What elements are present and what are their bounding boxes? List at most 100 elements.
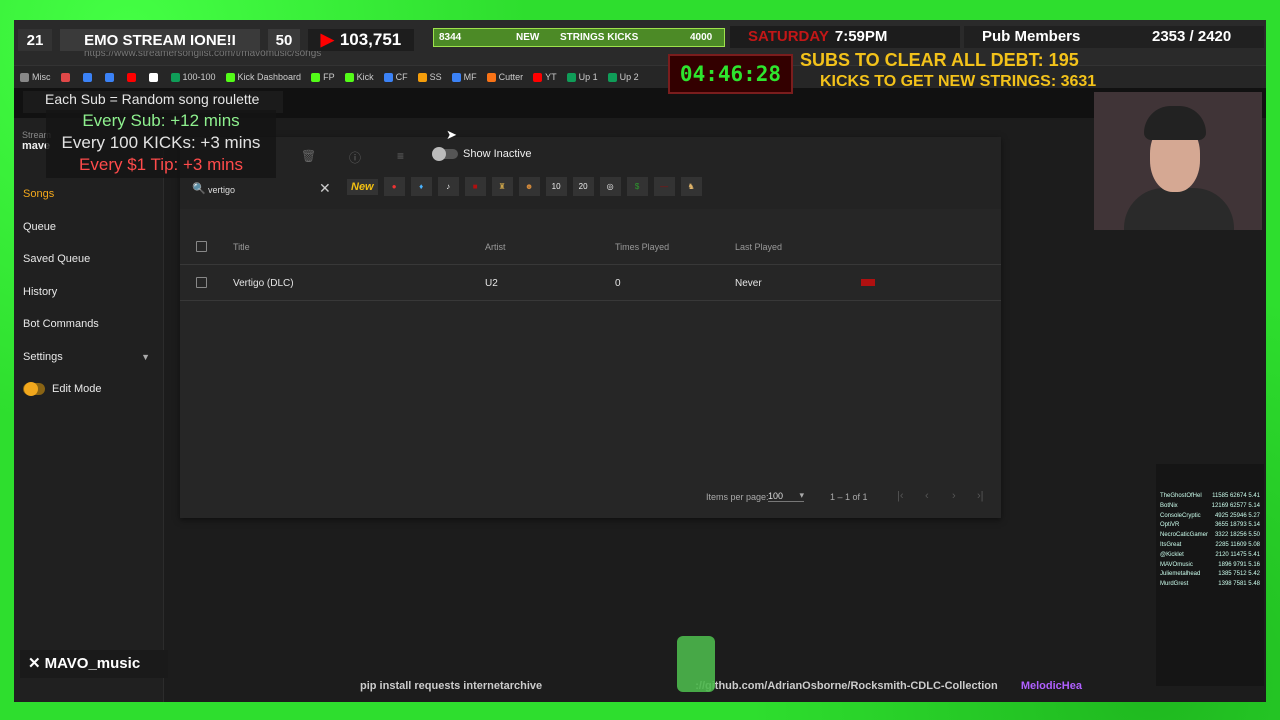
bookmark-item[interactable]: Up 2 bbox=[607, 72, 639, 82]
rule-tip: Every $1 Tip: +3 mins bbox=[79, 155, 243, 174]
info-icon[interactable]: ⓘ bbox=[349, 149, 361, 166]
edit-mode-label: Edit Mode bbox=[52, 383, 102, 396]
close-icon[interactable]: ✕ bbox=[319, 180, 331, 197]
bookmark-item[interactable] bbox=[126, 72, 139, 82]
bookmark-item[interactable]: Misc bbox=[20, 72, 51, 82]
pub-members-label: Pub Members bbox=[982, 28, 1081, 45]
webcam bbox=[1094, 92, 1262, 230]
first-page-icon[interactable]: |‹ bbox=[897, 490, 904, 502]
webcam-body bbox=[1124, 188, 1234, 230]
debt-text: SUBS TO CLEAR ALL DEBT: 195 bbox=[800, 50, 1079, 70]
filter-guitar-icon[interactable]: ♪ bbox=[437, 177, 459, 196]
show-inactive-label: Show Inactive bbox=[463, 148, 532, 160]
filter-figure-icon[interactable]: ♜ bbox=[491, 177, 513, 196]
bookmark-item[interactable] bbox=[82, 72, 95, 82]
filter-mark-icon[interactable]: — bbox=[653, 177, 675, 196]
sidebar-item-songs[interactable]: Songs bbox=[14, 178, 164, 211]
filter-avatar-icon[interactable]: ♞ bbox=[680, 177, 702, 196]
column-artist[interactable]: Artist bbox=[485, 242, 506, 252]
leaderboard-value: 3655 18793 5.14 bbox=[1214, 522, 1260, 529]
filter-20plus-icon[interactable]: 20 bbox=[572, 177, 594, 196]
sidebar-item-queue[interactable]: Queue bbox=[14, 211, 164, 244]
bookmark-label: Up 2 bbox=[619, 72, 639, 82]
items-per-page-select[interactable]: 100 bbox=[768, 490, 804, 502]
youtube-views-value: 103,751 bbox=[339, 30, 402, 49]
bookmark-item[interactable]: MF bbox=[451, 72, 477, 82]
overlay-stream-title: EMO STREAM IONE!I bbox=[60, 29, 260, 51]
show-inactive-toggle[interactable] bbox=[432, 147, 458, 161]
leaderboard-row: TheGhostOfHel 11585 62674 5.41 bbox=[1160, 492, 1260, 502]
bookmark-item[interactable]: Up 1 bbox=[566, 72, 598, 82]
leaderboard-name: Juliemetalhead bbox=[1160, 571, 1201, 578]
leaderboard-name: MurdGrest bbox=[1160, 581, 1189, 588]
filter-flame-icon[interactable]: ♦ bbox=[410, 177, 432, 196]
bookmark-item[interactable]: SS bbox=[417, 72, 442, 82]
sidebar-item-saved-queue[interactable]: Saved Queue bbox=[14, 243, 164, 276]
select-all-checkbox[interactable] bbox=[196, 241, 207, 252]
filter-character-icon[interactable]: ☻ bbox=[518, 177, 540, 196]
strings-goal-bar: 8344 NEW STRINGS KICKS 4000 bbox=[433, 28, 725, 47]
sidebar-item-history[interactable]: History bbox=[14, 276, 164, 309]
overlay-day: SATURDAY bbox=[748, 28, 829, 45]
filter-chips: New ● ♦ ♪ ■ ♜ ☻ 10 20 ◎ $ — ♞ bbox=[347, 177, 702, 196]
search-input[interactable] bbox=[208, 182, 318, 198]
bookmark-item[interactable]: 100-100 bbox=[170, 72, 216, 82]
filter-dollar-icon[interactable]: $ bbox=[626, 177, 648, 196]
bookmark-label: Cutter bbox=[498, 72, 524, 82]
column-last-played[interactable]: Last Played bbox=[735, 242, 782, 252]
ticker-user: MelodicHea bbox=[1020, 680, 1082, 692]
search-icon: 🔍 bbox=[192, 183, 206, 195]
column-title[interactable]: Title bbox=[233, 242, 250, 252]
bookmark-item[interactable]: Kick Dashboard bbox=[225, 72, 301, 82]
row-checkbox[interactable] bbox=[196, 277, 207, 288]
bookmark-label: Misc bbox=[32, 72, 51, 82]
sidebar-item-settings[interactable]: Settings ▼ bbox=[14, 341, 164, 374]
leaderboard-row: MurdGrest 1398 7581 5.48 bbox=[1160, 580, 1260, 590]
bookmark-label: YT bbox=[545, 72, 557, 82]
bookmark-item[interactable] bbox=[148, 72, 161, 82]
leaderboard-name: BotNix bbox=[1160, 502, 1178, 509]
bookmark-item[interactable]: CF bbox=[383, 72, 408, 82]
bookmark-item[interactable] bbox=[104, 72, 117, 82]
bookmark-icon bbox=[170, 72, 180, 82]
edit-mode-toggle[interactable]: Edit Mode bbox=[14, 373, 164, 406]
ticker-text: pip install requests internetarchive bbox=[360, 680, 543, 692]
bookmark-item[interactable] bbox=[60, 72, 73, 82]
bookmark-item[interactable]: Cutter bbox=[486, 72, 524, 82]
delete-icon[interactable]: 🗑 bbox=[301, 149, 316, 163]
previous-page-icon[interactable]: ‹ bbox=[925, 490, 929, 502]
tip-jar-icon bbox=[677, 636, 715, 692]
leaderboard-name: ConsoleCryptic bbox=[1160, 512, 1201, 519]
leaderboard: TheGhostOfHel 11585 62674 5.41 BotNix 12169… bbox=[1156, 464, 1264, 686]
last-page-icon[interactable]: ›| bbox=[977, 490, 984, 502]
bookmark-icon bbox=[344, 72, 354, 82]
bookmark-item[interactable]: Kick bbox=[344, 72, 374, 82]
app-sidebar: Stream mave Songs Queue Saved Queue Hist… bbox=[14, 118, 164, 702]
leaderboard-value: 1385 7512 5.42 bbox=[1218, 571, 1260, 578]
toggle-switch[interactable] bbox=[23, 382, 45, 397]
sidebar-item-label: Saved Queue bbox=[23, 253, 91, 266]
sidebar-item-bot-commands[interactable]: Bot Commands bbox=[14, 308, 164, 341]
filter-disc-icon[interactable]: ◎ bbox=[599, 177, 621, 196]
column-times-played[interactable]: Times Played bbox=[615, 242, 669, 252]
bookmark-icon bbox=[225, 72, 235, 82]
youtube-views: ▶ 103,751 bbox=[308, 29, 414, 51]
rule-kicks: Every 100 KICKs: +3 mins bbox=[61, 133, 261, 152]
bookmark-icon bbox=[607, 72, 617, 82]
overlay-count: 21 bbox=[18, 29, 52, 51]
filter-new-button[interactable]: New bbox=[347, 178, 378, 195]
filter-record-icon[interactable]: ● bbox=[383, 177, 405, 196]
leaderboard-value: 3322 18256 5.50 bbox=[1214, 532, 1260, 539]
next-page-icon[interactable]: › bbox=[952, 490, 956, 502]
leaderboard-row: NecroCaticGamer 3322 18256 5.50 bbox=[1160, 531, 1260, 541]
bookmark-label: 100-100 bbox=[182, 72, 216, 82]
bookmark-label: Up 1 bbox=[578, 72, 598, 82]
bookmark-item[interactable]: FP bbox=[311, 72, 335, 82]
leaderboard-value: 1896 9791 5.16 bbox=[1218, 561, 1260, 568]
filter-10plus-icon[interactable]: 10 bbox=[545, 177, 567, 196]
filter-flag-icon[interactable]: ■ bbox=[464, 177, 486, 196]
bookmark-item[interactable]: YT bbox=[533, 72, 557, 82]
playlist-add-icon[interactable]: ≡ bbox=[397, 149, 404, 163]
table-row[interactable]: Vertigo (DLC) U2 0 Never bbox=[180, 265, 1001, 301]
x-logo-icon: ✕ bbox=[28, 655, 41, 672]
